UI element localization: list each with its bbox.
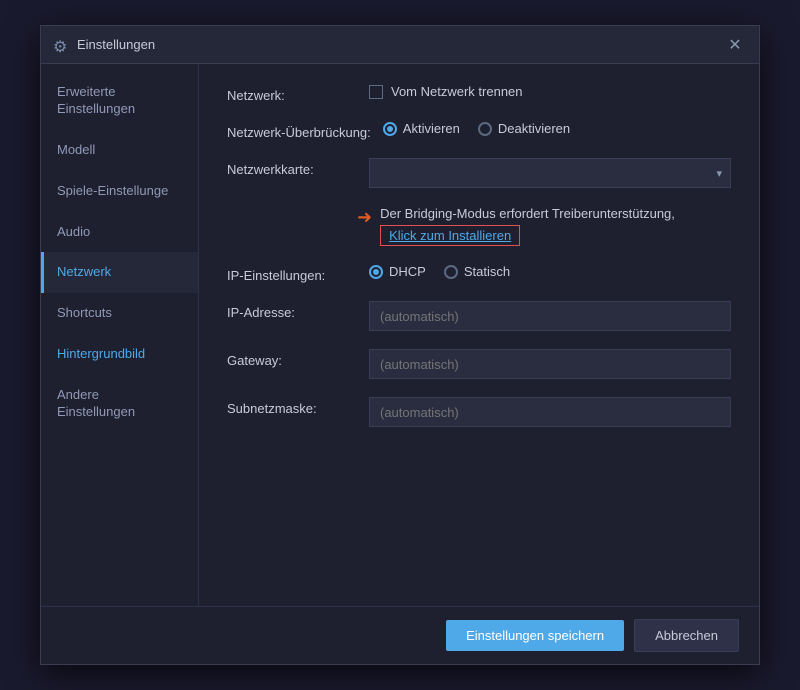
warning-area: ➜ Der Bridging-Modus erfordert Treiberun… (357, 206, 731, 246)
close-button[interactable]: ✕ (723, 33, 747, 57)
netzwerkkarte-row: Netzwerkkarte: ▾ (227, 158, 731, 188)
netzwerk-checkbox-label: Vom Netzwerk trennen (391, 84, 523, 99)
statisch-radio[interactable]: Statisch (444, 264, 510, 279)
netzwerkkarte-label: Netzwerkkarte: (227, 158, 357, 177)
ip-einstellungen-control: DHCP Statisch (369, 264, 731, 279)
content-area: Netzwerk: Vom Netzwerk trennen Netzwerk-… (199, 64, 759, 606)
gateway-row: Gateway: (227, 349, 731, 379)
ip-einstellungen-row: IP-Einstellungen: DHCP Statisch (227, 264, 731, 283)
sidebar-item-shortcuts[interactable]: Shortcuts (41, 293, 198, 334)
settings-dialog: ⚙ Einstellungen ✕ ErweiterteEinstellunge… (40, 25, 760, 665)
sidebar-item-spiele-einstellungen[interactable]: Spiele-Einstellunge (41, 171, 198, 212)
netzwerkkarte-control: ▾ (369, 158, 731, 188)
netzwerk-checkbox[interactable] (369, 85, 383, 99)
netzwerk-checkbox-wrap[interactable]: Vom Netzwerk trennen (369, 84, 523, 99)
deaktivieren-radio[interactable]: Deaktivieren (478, 121, 570, 136)
gateway-label: Gateway: (227, 349, 357, 368)
dhcp-radio-circle (369, 265, 383, 279)
sidebar: ErweiterteEinstellungen Modell Spiele-Ei… (41, 64, 199, 606)
sidebar-item-erweiterte-einstellungen[interactable]: ErweiterteEinstellungen (41, 72, 198, 130)
deaktivieren-radio-circle (478, 122, 492, 136)
warning-content: Der Bridging-Modus erfordert Treiberunte… (380, 206, 675, 246)
dhcp-label: DHCP (389, 264, 426, 279)
statisch-radio-circle (444, 265, 458, 279)
ip-radio-group: DHCP Statisch (369, 264, 510, 279)
warning-arrow-icon: ➜ (357, 207, 372, 228)
ip-adresse-row: IP-Adresse: (227, 301, 731, 331)
netzwerk-control: Vom Netzwerk trennen (369, 84, 731, 99)
sidebar-item-andere-einstellungen[interactable]: AndereEinstellungen (41, 375, 198, 433)
sidebar-item-audio[interactable]: Audio (41, 212, 198, 253)
netzwerk-ueberbr-control: Aktivieren Deaktivieren (383, 121, 731, 136)
ip-einstellungen-label: IP-Einstellungen: (227, 264, 357, 283)
ip-adresse-label: IP-Adresse: (227, 301, 357, 320)
cancel-button[interactable]: Abbrechen (634, 619, 739, 652)
netzwerk-row: Netzwerk: Vom Netzwerk trennen (227, 84, 731, 103)
warning-text: Der Bridging-Modus erfordert Treiberunte… (380, 206, 675, 221)
subnetzmaske-control (369, 397, 731, 427)
ip-adresse-control (369, 301, 731, 331)
title-bar: ⚙ Einstellungen ✕ (41, 26, 759, 64)
dhcp-radio[interactable]: DHCP (369, 264, 426, 279)
aktivieren-radio-circle (383, 122, 397, 136)
gateway-control (369, 349, 731, 379)
gateway-input[interactable] (369, 349, 731, 379)
gear-icon: ⚙ (53, 37, 69, 53)
statisch-label: Statisch (464, 264, 510, 279)
ip-adresse-input[interactable] (369, 301, 731, 331)
netzwerkkarte-select[interactable]: ▾ (369, 158, 731, 188)
footer: Einstellungen speichern Abbrechen (41, 606, 759, 664)
dialog-body: ErweiterteEinstellungen Modell Spiele-Ei… (41, 64, 759, 606)
deaktivieren-label: Deaktivieren (498, 121, 570, 136)
netzwerk-label: Netzwerk: (227, 84, 357, 103)
aktivieren-radio[interactable]: Aktivieren (383, 121, 460, 136)
netzwerk-ueberbr-label: Netzwerk-Überbrückung: (227, 121, 371, 140)
sidebar-item-modell[interactable]: Modell (41, 130, 198, 171)
sidebar-item-netzwerk[interactable]: Netzwerk (41, 252, 198, 293)
subnetzmaske-input[interactable] (369, 397, 731, 427)
netzwerk-ueberbr-radio-group: Aktivieren Deaktivieren (383, 121, 570, 136)
dialog-title: Einstellungen (77, 37, 723, 52)
netzwerk-ueberbr-row: Netzwerk-Überbrückung: Aktivieren Deakti… (227, 121, 731, 140)
subnetzmaske-row: Subnetzmaske: (227, 397, 731, 427)
save-button[interactable]: Einstellungen speichern (446, 620, 624, 651)
sidebar-item-hintergrundbild[interactable]: Hintergrundbild (41, 334, 198, 375)
install-link[interactable]: Klick zum Installieren (380, 225, 520, 246)
chevron-down-icon: ▾ (716, 167, 722, 180)
aktivieren-label: Aktivieren (403, 121, 460, 136)
subnetzmaske-label: Subnetzmaske: (227, 397, 357, 416)
